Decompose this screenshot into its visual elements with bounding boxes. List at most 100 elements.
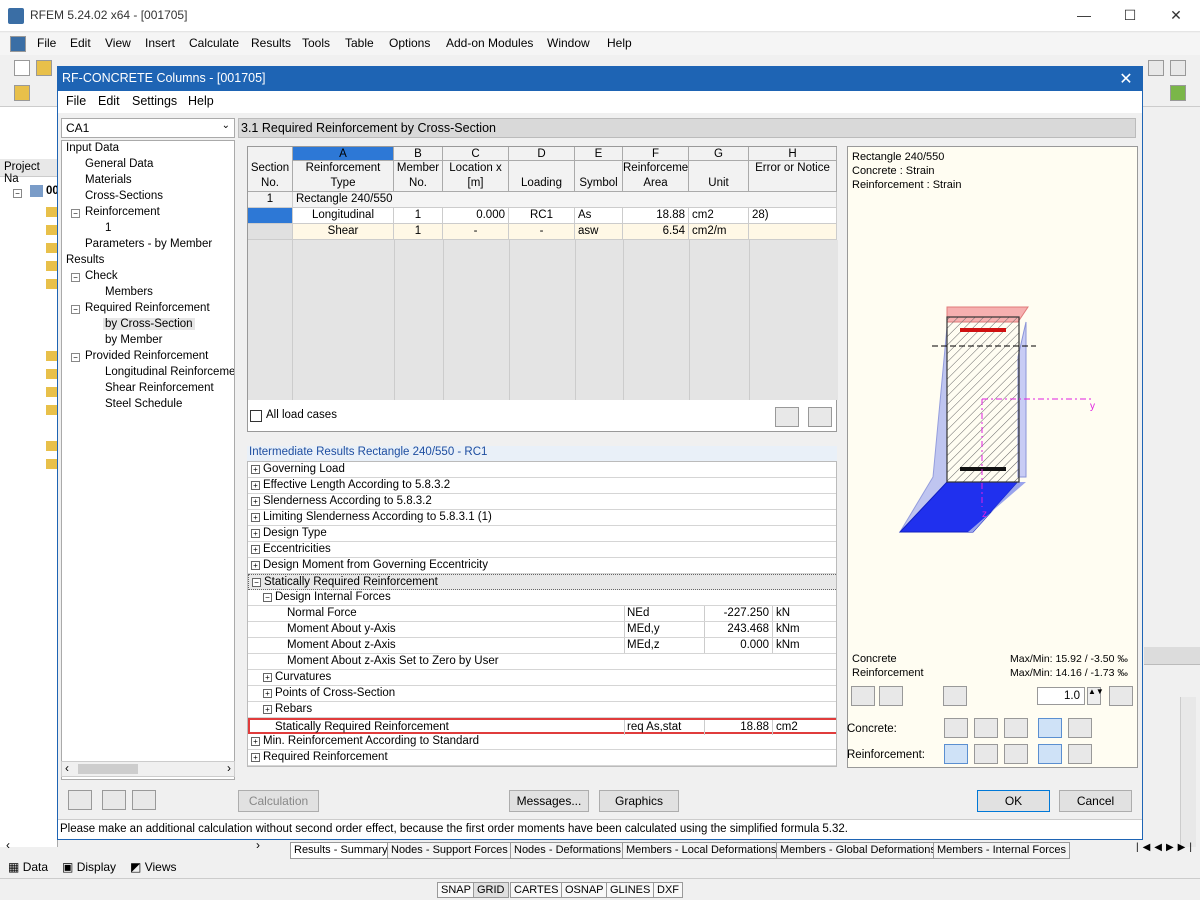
- eye-icon[interactable]: [808, 407, 832, 427]
- tab-nodes-support-forces[interactable]: Nodes - Support Forces: [387, 842, 512, 859]
- zoom-icon[interactable]: [879, 686, 903, 706]
- reinf-display-4-icon[interactable]: [1038, 744, 1062, 764]
- tree-members[interactable]: Members: [105, 286, 153, 298]
- tab-data[interactable]: ▦ Data: [8, 860, 48, 874]
- expand-icon[interactable]: +: [251, 737, 260, 746]
- concrete-display-1-icon[interactable]: [944, 718, 968, 738]
- export-icon[interactable]: [132, 790, 156, 810]
- node-icon[interactable]: [14, 85, 30, 101]
- menu-calculate[interactable]: Calculate: [189, 36, 239, 50]
- list-item[interactable]: +Points of Cross-Section: [248, 686, 837, 702]
- cell-symbol[interactable]: As: [575, 208, 623, 224]
- menu-table[interactable]: Table: [345, 36, 374, 50]
- menu-window[interactable]: Window: [547, 36, 590, 50]
- scroll-right-icon[interactable]: ›: [227, 761, 231, 775]
- pointer-icon[interactable]: [775, 407, 799, 427]
- graphics-button[interactable]: Graphics: [599, 790, 679, 812]
- cell-area[interactable]: 18.88: [623, 208, 689, 224]
- tree-results[interactable]: Results: [66, 254, 104, 266]
- messages-button[interactable]: Messages...: [509, 790, 589, 812]
- row-selector[interactable]: [248, 208, 293, 224]
- menu-options[interactable]: Options: [389, 36, 430, 50]
- expand-icon[interactable]: +: [263, 673, 272, 682]
- collapse-icon[interactable]: −: [71, 353, 80, 362]
- expand-icon[interactable]: +: [251, 465, 260, 474]
- list-item[interactable]: +Limiting Slenderness According to 5.8.3…: [248, 510, 837, 526]
- dialog-menu-file[interactable]: File: [66, 94, 86, 108]
- list-item[interactable]: +Governing Load: [248, 462, 837, 478]
- minimize-icon[interactable]: —: [1061, 0, 1107, 30]
- maximize-icon[interactable]: ☐: [1107, 0, 1153, 30]
- menu-results[interactable]: Results: [251, 36, 291, 50]
- list-item[interactable]: +Rebars: [248, 702, 837, 718]
- grid-toggle[interactable]: GRID: [473, 882, 509, 898]
- all-load-cases-checkbox[interactable]: [250, 410, 262, 422]
- tab-members-internal-forces[interactable]: Members - Internal Forces: [933, 842, 1070, 859]
- open-icon[interactable]: [36, 60, 52, 76]
- dialog-menu-help[interactable]: Help: [188, 94, 214, 108]
- new-icon[interactable]: [14, 60, 30, 76]
- tree-reinforcement-1[interactable]: 1: [105, 222, 111, 234]
- expand-icon[interactable]: +: [263, 705, 272, 714]
- scroll-right-icon[interactable]: ›: [256, 838, 260, 852]
- tab-display[interactable]: ▣ Display: [62, 860, 116, 874]
- expand-icon[interactable]: +: [251, 529, 260, 538]
- chevron-down-icon[interactable]: ⌄: [222, 120, 230, 131]
- stat-req-row[interactable]: Statically Required Reinforcement req As…: [248, 718, 837, 734]
- expand-icon[interactable]: +: [251, 561, 260, 570]
- tab-nodes-deformations[interactable]: Nodes - Deformations: [510, 842, 625, 859]
- list-item[interactable]: +Slenderness According to 5.8.3.2: [248, 494, 837, 510]
- cell-location[interactable]: -: [443, 224, 509, 240]
- cell-notice[interactable]: [749, 224, 837, 240]
- expand-icon[interactable]: −: [13, 189, 22, 198]
- ok-button[interactable]: OK: [977, 790, 1050, 812]
- menu-view[interactable]: View: [105, 36, 131, 50]
- expand-icon[interactable]: +: [251, 753, 260, 762]
- tree-reinforcement[interactable]: Reinforcement: [85, 206, 160, 218]
- close-icon[interactable]: ✕: [1153, 0, 1199, 30]
- cell-member[interactable]: 1: [394, 224, 443, 240]
- glines-toggle[interactable]: GLINES: [606, 882, 654, 898]
- list-item[interactable]: +Effective Length According to 5.8.3.2: [248, 478, 837, 494]
- tree-provided-reinforcement[interactable]: Provided Reinforcement: [85, 350, 208, 362]
- tree-parameters[interactable]: Parameters - by Member: [85, 238, 212, 250]
- list-item[interactable]: +Min. Reinforcement According to Standar…: [248, 734, 837, 750]
- cell-unit[interactable]: cm2: [689, 208, 749, 224]
- force-row[interactable]: Moment About z-Axis MEd,z 0.000 kNm: [248, 638, 837, 654]
- row-selector[interactable]: [248, 224, 293, 240]
- case-select[interactable]: CA1 ⌄: [61, 118, 235, 138]
- tab-members-local-deformations[interactable]: Members - Local Deformations: [622, 842, 780, 859]
- concrete-display-2-icon[interactable]: [974, 718, 998, 738]
- dialog-close-icon[interactable]: ✕: [1114, 69, 1138, 89]
- cell-location[interactable]: 0.000: [443, 208, 509, 224]
- zoom-reset-icon[interactable]: [1109, 686, 1133, 706]
- list-item[interactable]: +Required Reinforcement: [248, 750, 837, 766]
- concrete-display-5-icon[interactable]: [1068, 718, 1092, 738]
- cancel-button[interactable]: Cancel: [1059, 790, 1132, 812]
- tree-by-member[interactable]: by Member: [105, 334, 163, 346]
- reinf-display-2-icon[interactable]: [974, 744, 998, 764]
- tab-views[interactable]: ◩ Views: [130, 860, 176, 874]
- list-item-selected[interactable]: −Statically Required Reinforcement: [248, 574, 837, 590]
- menu-addon-modules[interactable]: Add-on Modules: [446, 36, 533, 50]
- tree-required-reinforcement[interactable]: Required Reinforcement: [85, 302, 210, 314]
- import-icon[interactable]: [102, 790, 126, 810]
- cell-type[interactable]: Shear: [293, 224, 394, 240]
- tab-members-global-deformations[interactable]: Members - Global Deformations: [776, 842, 940, 859]
- scroll-thumb[interactable]: [78, 764, 138, 774]
- scale-spinner-icon[interactable]: ▲▼: [1087, 687, 1101, 705]
- reinf-display-5-icon[interactable]: [1068, 744, 1092, 764]
- right-scrollbar[interactable]: [1180, 697, 1196, 847]
- app-menu-icon[interactable]: [10, 36, 26, 52]
- cell-area[interactable]: 6.54: [623, 224, 689, 240]
- tab-scroll-arrows[interactable]: |◀◀▶▶|: [1136, 842, 1198, 858]
- list-item[interactable]: +Curvatures: [248, 670, 837, 686]
- force-row[interactable]: Normal Force NEd -227.250 kN: [248, 606, 837, 622]
- expand-icon[interactable]: +: [251, 497, 260, 506]
- help-icon[interactable]: [68, 790, 92, 810]
- list-item[interactable]: −Design Internal Forces: [248, 590, 837, 606]
- list-item[interactable]: +Design Type: [248, 526, 837, 542]
- collapse-icon[interactable]: −: [71, 273, 80, 282]
- toolbar-icon-right-2[interactable]: [1170, 60, 1186, 76]
- collapse-icon[interactable]: −: [71, 209, 80, 218]
